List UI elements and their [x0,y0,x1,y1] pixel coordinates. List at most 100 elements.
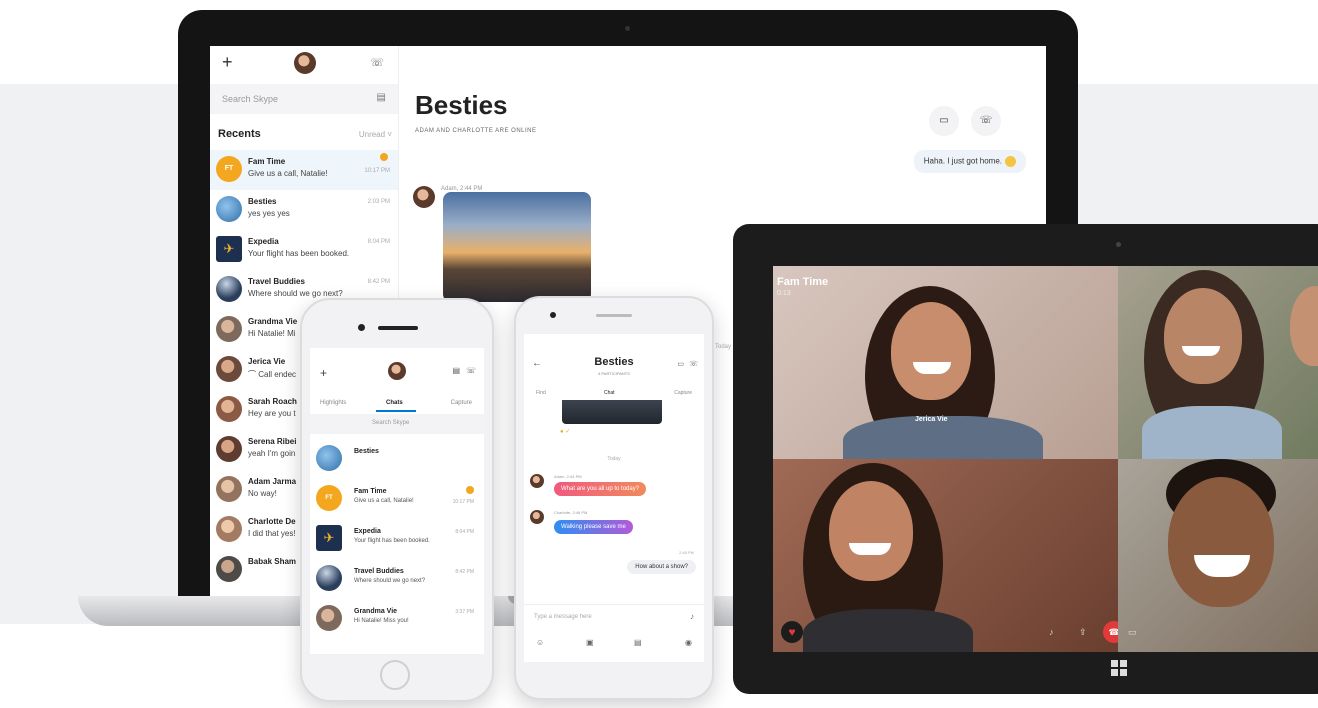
mic-icon[interactable]: ♪ [1049,627,1054,637]
audio-call-button[interactable]: ☏ [971,106,1001,136]
chat-name: Babak Sham [248,557,297,566]
person-face [829,481,913,581]
call-icon[interactable]: ☏ [689,360,698,368]
home-button[interactable] [380,660,410,690]
avatar [216,516,242,542]
chat-preview: Hi Natalie! Mi [248,329,296,338]
chat-item-fam-time[interactable]: FT Fam Time Give us a call, Natalie! 10:… [310,480,484,518]
chat-name: Fam Time [248,157,286,166]
phone-camera [358,324,365,331]
avatar: FT [316,485,342,511]
smile [913,362,951,374]
profile-avatar[interactable] [294,52,316,74]
search-placeholder: Search Skype [372,420,410,426]
chat-item-besties[interactable]: Besties [310,440,484,478]
unread-badge [380,153,388,161]
video-call-icon[interactable]: ▭ [677,360,684,368]
shared-photo[interactable] [443,192,591,302]
video-tile-jerica: Fam Time 0:13 Jerica Vie [773,266,1118,459]
chat-name: Expedia [248,237,279,246]
phone-right-screen: ← Besties 4 PARTICIPANTS ▭ ☏ Find Chat C… [524,334,704,662]
chat-preview: Where should we go next? [248,289,343,298]
share-icon[interactable]: ⇪ [1079,627,1087,638]
tab-capture[interactable]: Capture [451,400,472,406]
chat-name: Travel Buddies [248,277,305,286]
filter-dropdown[interactable]: Unread ˅ [359,130,392,139]
chat-time: 8:04 PM [455,529,474,535]
end-call-button[interactable]: ☎ [1103,621,1118,643]
recents-heading: Recents [218,128,261,140]
emoji-icon [1005,156,1016,167]
contacts-icon[interactable]: ▤ [377,92,386,103]
tab-chat[interactable]: Chat [604,390,615,396]
avatar [216,196,242,222]
phone-speaker [378,326,418,330]
avatar [216,356,242,382]
contacts-icon[interactable]: ▤ [452,366,460,375]
chat-time: 8:42 PM [367,279,390,285]
chat-item-besties[interactable]: Besties yes yes yes 2:03 PM [210,190,398,230]
call-icon: ⌒ [248,370,256,379]
gallery-icon[interactable]: ▣ [586,638,594,647]
participants-count: 4 PARTICIPANTS [598,371,630,376]
chat-preview: Give us a call, Natalie! [354,498,414,504]
video-call-button[interactable]: ▭ [929,106,959,136]
chat-name: Besties [354,448,379,455]
airplane-icon: ✈ [316,525,342,551]
smile [1182,346,1220,356]
chat-item-fam-time[interactable]: FT Fam Time Give us a call, Natalie! 10:… [210,150,398,190]
shared-photo[interactable] [562,400,662,424]
tab-find[interactable]: Find [536,390,546,396]
location-icon[interactable]: ◉ [685,638,692,647]
sender-line: Charlotte, 2:46 PM [554,510,588,515]
new-chat-icon[interactable]: + [222,52,233,73]
chat-time: 2:03 PM [367,199,390,205]
conversation-title: Besties [415,90,508,120]
chat-time: 8:04 PM [367,239,390,245]
dialpad-icon[interactable]: ☏ [370,56,384,69]
emoji-icon[interactable]: ☺ [536,638,544,647]
phone-left-screen: + ▤ ☏ Highlights Chats Capture Search Sk… [310,348,484,654]
chat-name: Sarah Roach [248,397,297,406]
person-face-partial [1290,286,1318,366]
search-input[interactable]: Search Skype ▤ [210,84,398,114]
chat-time: 8:42 PM [455,569,474,575]
tablet-camera [1116,242,1121,247]
avatar: FT [216,156,242,182]
search-input[interactable]: Search Skype [310,414,484,434]
tab-capture[interactable]: Capture [674,390,692,396]
chat-time: 10:17 PM [452,499,474,505]
message-bubble: Walking please save me [554,520,633,534]
chat-item-expedia[interactable]: ✈ Expedia Your flight has been booked. 8… [310,520,484,558]
chat-item-travel-buddies[interactable]: Travel Buddies Where should we go next? … [310,560,484,598]
chat-item-expedia[interactable]: ✈ Expedia Your flight has been booked. 8… [210,230,398,270]
conversation-status: ADAM AND CHARLOTTE ARE ONLINE [415,128,537,134]
chat-item-grandma-vie[interactable]: Grandma Vie Hi Natalie! Miss you! 3:37 P… [310,600,484,638]
mic-icon[interactable]: ♪ [690,612,694,621]
avatar [316,565,342,591]
heart-icon[interactable]: ♥ [781,621,803,643]
avatar [216,556,242,582]
chat-name: Serena Ribei [248,437,297,446]
tab-chats[interactable]: Chats [386,400,403,406]
date-divider: Today [607,456,621,462]
avatar [216,476,242,502]
chat-preview: Give us a call, Natalie! [248,169,328,178]
person-shoulders [803,609,973,652]
phone-right: ← Besties 4 PARTICIPANTS ▭ ☏ Find Chat C… [514,296,714,700]
profile-avatar[interactable] [388,362,406,380]
person-face [1164,288,1242,384]
chat-name: Jerica Vie [248,357,286,366]
new-chat-icon[interactable]: + [320,366,327,380]
video-toggle-icon[interactable]: ▭ [1128,627,1137,638]
dialpad-icon[interactable]: ☏ [466,366,476,375]
chat-name: Charlotte De [248,517,296,526]
message-input[interactable]: Type a message here [534,614,592,620]
video-tile-grandma [1118,266,1318,459]
file-icon[interactable]: ▤ [634,638,642,647]
smile [849,543,891,555]
chat-preview: Your flight has been booked. [354,538,430,544]
message-bubble-outgoing: How about a show? [627,560,696,574]
video-tile-man: ▭ [1118,459,1318,652]
tab-highlights[interactable]: Highlights [320,400,346,406]
